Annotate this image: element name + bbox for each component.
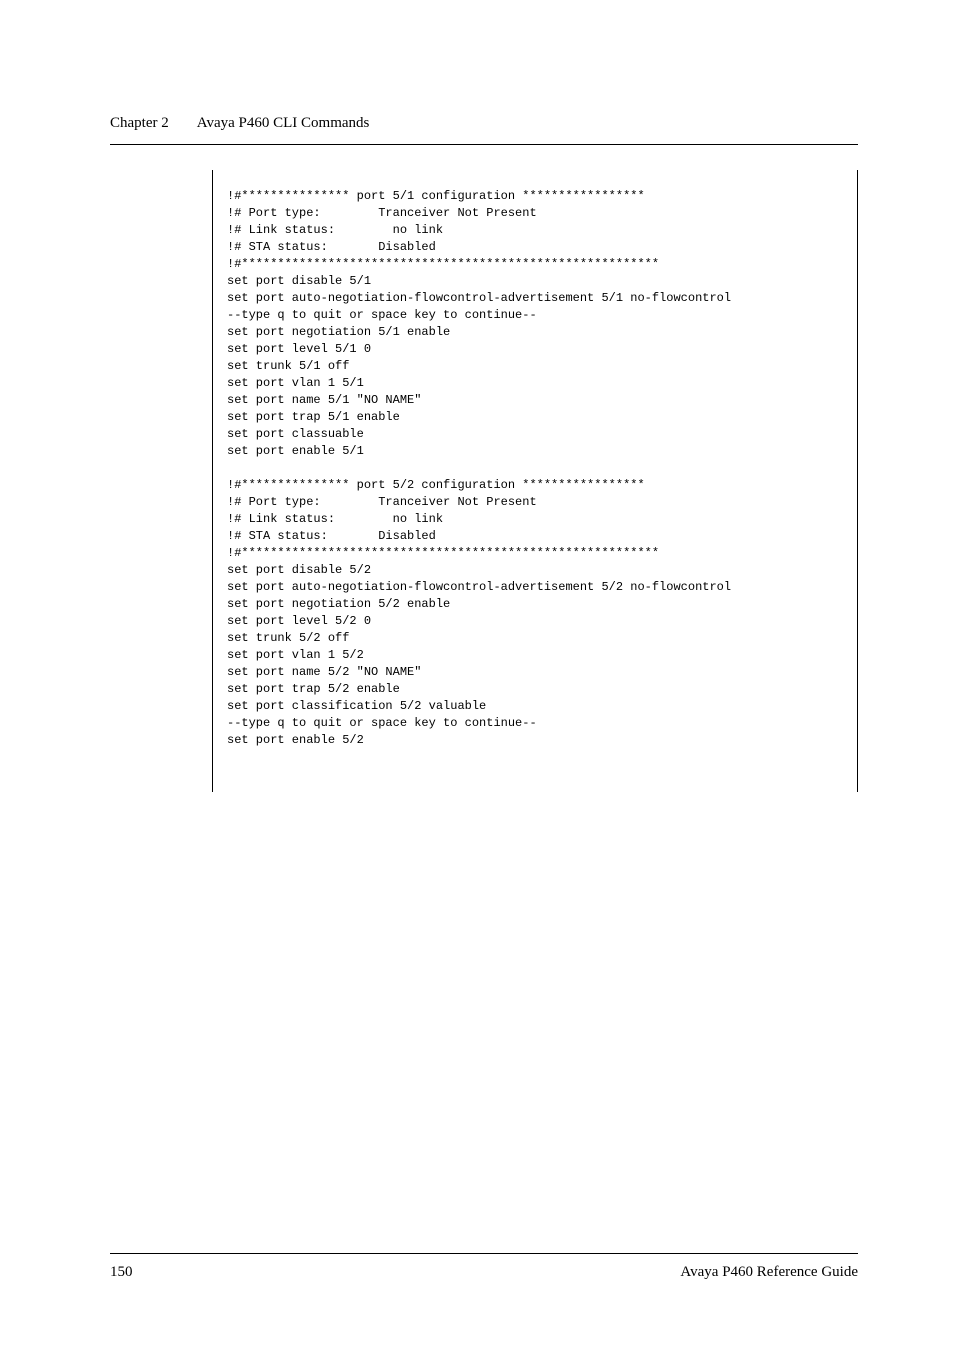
- footer-title: Avaya P460 Reference Guide: [680, 1264, 858, 1281]
- terminal-output: !#*************** port 5/1 configuration…: [227, 188, 843, 749]
- page: Chapter 2 Avaya P460 CLI Commands !#****…: [0, 0, 954, 1351]
- chapter-title: Avaya P460 CLI Commands: [197, 115, 370, 132]
- page-number: 150: [110, 1264, 133, 1281]
- page-footer: 150 Avaya P460 Reference Guide: [110, 1253, 858, 1281]
- chapter-label: Chapter 2: [110, 115, 169, 132]
- header-rule: [110, 144, 858, 145]
- terminal-output-block: !#*************** port 5/1 configuration…: [212, 170, 858, 792]
- page-header: Chapter 2 Avaya P460 CLI Commands: [110, 115, 858, 132]
